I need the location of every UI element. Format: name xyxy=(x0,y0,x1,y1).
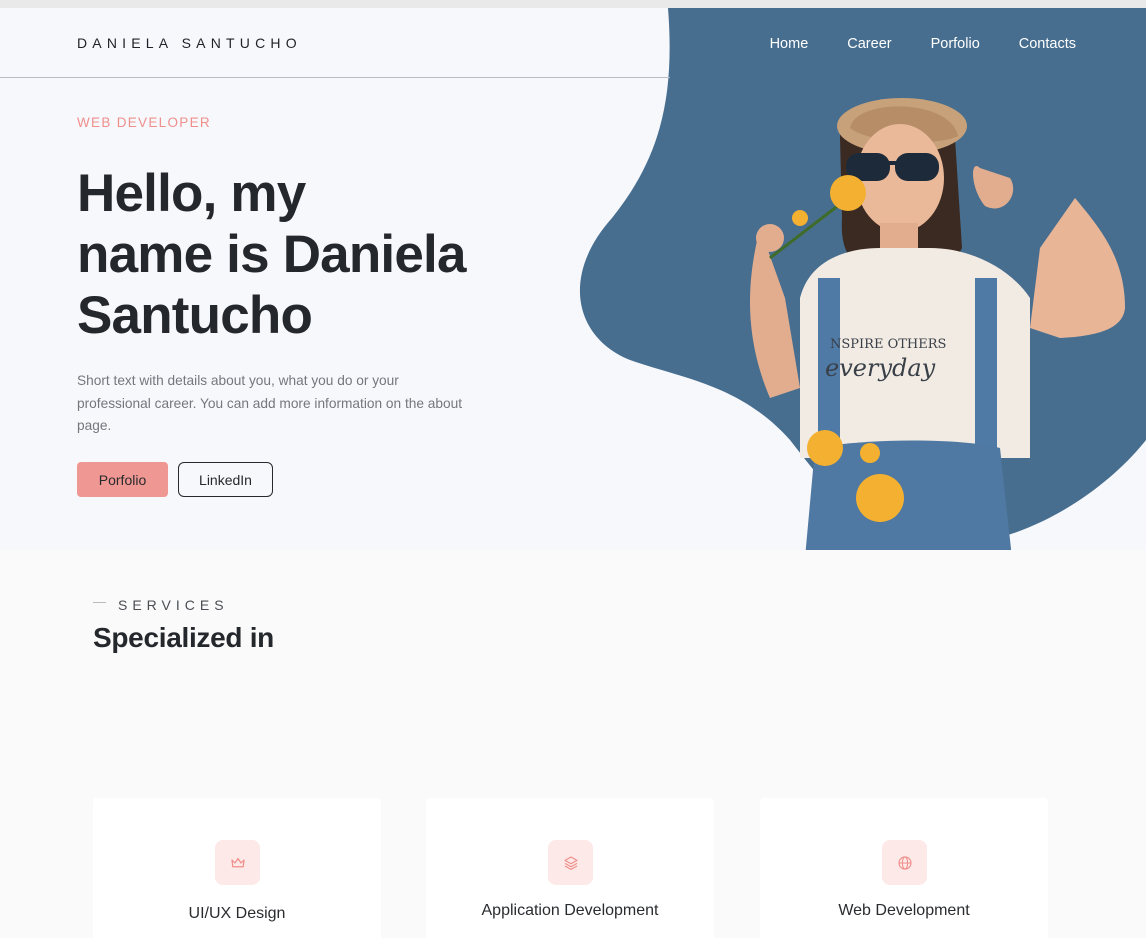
hero-headline: Hello, my name is Daniela Santucho xyxy=(77,163,507,346)
service-label-app-dev: Application Development xyxy=(481,902,659,919)
crown-icon xyxy=(215,840,260,885)
linkedin-button[interactable]: LinkedIn xyxy=(178,462,273,497)
nav-home[interactable]: Home xyxy=(770,36,809,52)
header-divider xyxy=(0,77,670,78)
hero-section: DANIELA SANTUCHO Home Career Porfolio Co… xyxy=(0,8,1146,550)
headline-line-2: name is Daniela xyxy=(77,225,466,284)
nav-career[interactable]: Career xyxy=(847,36,891,52)
service-card-uiux[interactable]: UI/UX Design xyxy=(93,798,381,938)
layers-icon xyxy=(548,840,593,885)
services-dash xyxy=(93,602,106,603)
shirt-text-line-1: NSPIRE OTHERS xyxy=(830,337,946,352)
service-label-web-dev: Web Development xyxy=(838,902,970,919)
brand-logo[interactable]: DANIELA SANTUCHO xyxy=(77,35,302,51)
nav-porfolio[interactable]: Porfolio xyxy=(931,36,980,52)
service-label-uiux: UI/UX Design xyxy=(188,905,286,922)
services-title: Specialized in xyxy=(93,622,274,653)
shirt-text-line-2: everyday xyxy=(825,354,936,382)
headline-line-1: Hello, my xyxy=(77,164,306,223)
portrait-photo: NSPIRE OTHERS everyday xyxy=(750,98,1125,550)
globe-icon xyxy=(882,840,927,885)
nav-contacts[interactable]: Contacts xyxy=(1019,36,1076,52)
headline-line-3: Santucho xyxy=(77,286,313,345)
browser-top-strip xyxy=(0,0,1146,8)
service-card-web-dev[interactable]: Web Development xyxy=(760,798,1048,938)
service-card-app-dev[interactable]: Application Development xyxy=(426,798,714,938)
hero-description: Short text with details about you, what … xyxy=(77,373,463,433)
services-section: SERVICES Specialized in UI/UX Design App… xyxy=(0,550,1146,938)
portfolio-button[interactable]: Porfolio xyxy=(77,462,168,497)
hero-eyebrow: WEB DEVELOPER xyxy=(77,115,211,130)
main-nav: Home Career Porfolio Contacts xyxy=(770,36,1076,52)
services-eyebrow: SERVICES xyxy=(118,597,229,613)
